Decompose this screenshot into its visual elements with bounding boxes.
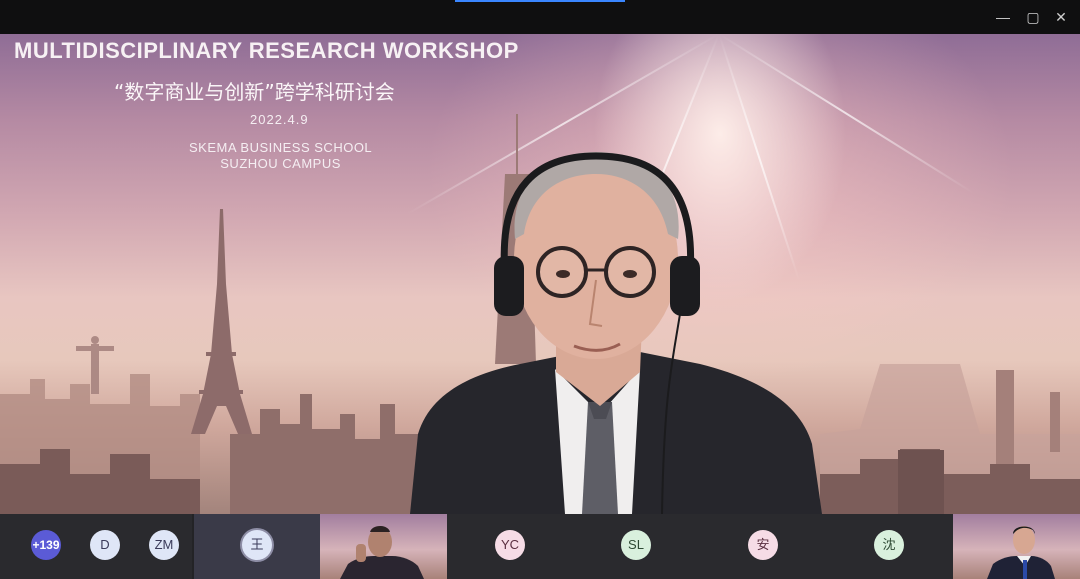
participant-avatar[interactable]: 沈 <box>874 530 904 560</box>
window-titlebar: — ▢ ✕ <box>0 0 1080 34</box>
participant-tile[interactable]: 沈 <box>827 514 953 579</box>
participant-tile-highlighted[interactable]: 王 <box>194 514 320 579</box>
active-tab-indicator <box>455 0 625 2</box>
participant-more-tile[interactable]: +139 <box>0 514 64 579</box>
participant-video-thumbnail <box>987 526 1055 579</box>
participant-strip: +139 D ZM 王 YC SL 安 沈 <box>0 514 1080 579</box>
participant-avatar[interactable]: ZM <box>149 530 179 560</box>
participant-tile[interactable]: D <box>64 514 128 579</box>
more-participants-badge[interactable]: +139 <box>31 530 61 560</box>
participant-tile[interactable]: 安 <box>701 514 827 579</box>
participant-avatar[interactable]: D <box>90 530 120 560</box>
participant-avatar[interactable]: 安 <box>748 530 778 560</box>
participant-video-thumbnail <box>340 526 424 579</box>
participant-tile[interactable]: ZM <box>128 514 192 579</box>
close-button[interactable]: ✕ <box>1050 6 1072 28</box>
participant-tile[interactable]: SL <box>574 514 701 579</box>
maximize-button[interactable]: ▢ <box>1022 6 1044 28</box>
participant-video-tile[interactable] <box>953 514 1080 579</box>
minimize-button[interactable]: — <box>992 6 1014 28</box>
speaker-video <box>410 152 822 514</box>
participant-avatar[interactable]: YC <box>495 530 525 560</box>
participant-avatar[interactable]: 王 <box>242 530 272 560</box>
main-video-stage[interactable]: MULTIDISCIPLINARY RESEARCH WORKSHOP “数字商… <box>0 34 1080 514</box>
participant-avatar[interactable]: SL <box>621 530 651 560</box>
participant-video-tile[interactable] <box>320 514 447 579</box>
participant-tile[interactable]: YC <box>447 514 574 579</box>
